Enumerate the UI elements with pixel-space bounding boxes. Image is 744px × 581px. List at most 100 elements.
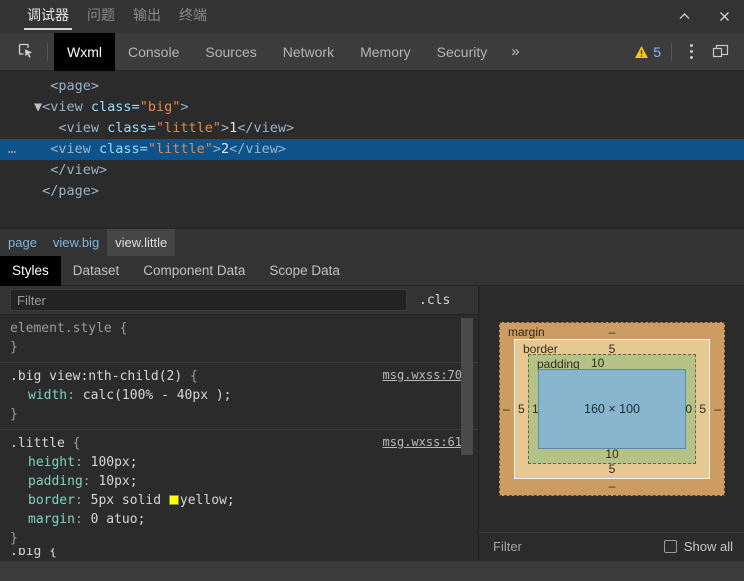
wxml-dom-tree[interactable]: <page> ▼<view class="big"> <view class="… xyxy=(0,71,744,228)
box-model-border-bottom[interactable]: 5 xyxy=(515,462,709,476)
chevron-up-icon[interactable] xyxy=(664,0,704,33)
style-rule-selector[interactable]: .little xyxy=(10,436,65,451)
devtools-tab-list: Wxml Console Sources Network Memory Secu… xyxy=(54,32,531,71)
box-model-padding-top[interactable]: 10 xyxy=(591,356,695,370)
style-rule-source-link[interactable]: msg.wxss:61 xyxy=(383,435,462,449)
panel-title-bar: 调试器 问题 输出 终端 xyxy=(0,0,744,33)
close-icon[interactable] xyxy=(704,0,744,33)
box-model-padding[interactable]: padding 10 10 10 10 160 × 100 xyxy=(528,354,696,464)
declaration-value[interactable]: calc(100% - 40px ); xyxy=(83,388,232,403)
dock-panel-icon[interactable] xyxy=(704,38,736,66)
tree-row-page-open[interactable]: <page> xyxy=(0,76,744,97)
box-model-margin[interactable]: margin – – – – border 5 5 5 5 padding 10… xyxy=(499,322,725,496)
style-rule-source-link[interactable]: msg.wxss:70 xyxy=(383,368,462,382)
box-model-border-left[interactable]: 5 xyxy=(518,402,525,416)
tree-row-text: </page> xyxy=(34,183,100,199)
warning-indicator[interactable]: 5 xyxy=(634,44,665,60)
tab-component-data[interactable]: Component Data xyxy=(131,256,257,286)
style-declaration[interactable]: padding: 10px; xyxy=(10,472,478,491)
scrollbar-thumb[interactable] xyxy=(461,318,473,455)
status-bar xyxy=(0,560,744,581)
tree-row-view-little-1[interactable]: <view class="little">1</view> xyxy=(0,118,744,139)
declaration-property[interactable]: border xyxy=(28,493,75,508)
tree-row-text: <view xyxy=(34,141,100,157)
tab-network[interactable]: Network xyxy=(270,33,347,71)
tab-dataset[interactable]: Dataset xyxy=(61,256,132,286)
styles-pane-clipped-row: .big { xyxy=(0,548,478,560)
cls-button[interactable]: .cls xyxy=(416,291,453,310)
computed-filter-input[interactable] xyxy=(493,539,623,554)
style-rule-element-style[interactable]: element.style { } xyxy=(0,315,478,363)
box-model-margin-right[interactable]: – xyxy=(714,402,721,416)
tree-row-view-big[interactable]: ▼<view class="big"> xyxy=(0,97,744,118)
declaration-value[interactable]: 0 atuo; xyxy=(91,512,146,527)
show-all-toggle[interactable]: Show all xyxy=(663,539,733,554)
breadcrumb-item-view-big[interactable]: view.big xyxy=(45,229,107,257)
declaration-property[interactable]: margin xyxy=(28,512,75,527)
style-rule-selector[interactable]: element.style xyxy=(10,321,112,336)
styles-filter-row: .cls xyxy=(0,286,478,315)
style-declaration[interactable]: height: 100px; xyxy=(10,453,478,472)
clipped-selector: .big { xyxy=(10,548,57,559)
box-model-margin-top[interactable]: – xyxy=(500,325,724,339)
style-declaration[interactable]: border: 5px solid yellow; xyxy=(10,491,478,510)
hidden-nodes-marker[interactable]: … xyxy=(8,139,34,160)
style-rule-little[interactable]: msg.wxss:61 .little { height: 100px; pad… xyxy=(0,430,478,554)
breadcrumb-item-view-little[interactable]: view.little xyxy=(107,228,176,257)
tree-row-text: <page> xyxy=(34,78,100,94)
show-all-label: Show all xyxy=(683,539,733,554)
breadcrumb: page view.big view.little xyxy=(0,228,744,257)
style-rule-big-nth-child[interactable]: msg.wxss:70 .big view:nth-child(2) { wid… xyxy=(0,363,478,430)
box-model-margin-bottom[interactable]: – xyxy=(500,479,724,493)
panel-tab-problems[interactable]: 问题 xyxy=(78,0,124,33)
styles-rules-pane[interactable]: element.style { } msg.wxss:70 .big view:… xyxy=(0,315,478,560)
tree-row-text: <view xyxy=(42,99,91,115)
computed-filter-row: Show all xyxy=(479,532,744,560)
declaration-value-post[interactable]: yellow; xyxy=(180,493,235,508)
box-model-margin-left[interactable]: – xyxy=(503,402,510,416)
tree-row-text: </view> xyxy=(34,162,108,178)
devtools-window: 调试器 问题 输出 终端 Wxml Console Sources Networ… xyxy=(0,0,744,581)
inspect-element-icon[interactable] xyxy=(11,38,41,66)
show-all-checkbox[interactable] xyxy=(663,540,677,553)
panel-tab-terminal[interactable]: 终端 xyxy=(170,0,216,33)
style-rule-selector[interactable]: .big view:nth-child(2) xyxy=(10,369,182,384)
declaration-property[interactable]: height xyxy=(28,455,75,470)
tree-row-view-little-2[interactable]: … <view class="little">2</view> xyxy=(0,139,744,160)
tab-console[interactable]: Console xyxy=(115,33,192,71)
declaration-value-pre[interactable]: 5px solid xyxy=(91,493,169,508)
color-swatch-icon[interactable] xyxy=(168,495,179,505)
style-declaration[interactable]: width: calc(100% - 40px ); xyxy=(10,386,478,405)
styles-filter-input[interactable] xyxy=(10,289,407,311)
declaration-value[interactable]: 10px; xyxy=(98,474,137,489)
tab-sources[interactable]: Sources xyxy=(192,33,269,71)
tree-row-page-close[interactable]: </page> xyxy=(0,181,744,202)
box-model-diagram: margin – – – – border 5 5 5 5 padding 10… xyxy=(479,286,744,532)
box-model-border-right[interactable]: 5 xyxy=(699,402,706,416)
box-model-content-size: 160 × 100 xyxy=(584,402,640,416)
warning-triangle-icon xyxy=(635,45,649,58)
declaration-property[interactable]: padding xyxy=(28,474,83,489)
declaration-value[interactable]: 100px; xyxy=(91,455,138,470)
box-model-content[interactable]: 160 × 100 xyxy=(538,369,686,449)
panel-tab-debugger[interactable]: 调试器 xyxy=(18,0,78,33)
tab-security[interactable]: Security xyxy=(424,33,501,71)
more-tabs-button[interactable]: » xyxy=(500,33,530,71)
expand-arrow-icon[interactable]: ▼ xyxy=(34,99,42,115)
declaration-property[interactable]: width xyxy=(28,388,67,403)
panel-tab-output[interactable]: 输出 xyxy=(124,0,170,33)
styles-tab-bar: Styles Dataset Component Data Scope Data xyxy=(0,255,744,286)
tab-wxml[interactable]: Wxml xyxy=(54,32,115,71)
tab-memory[interactable]: Memory xyxy=(347,33,424,71)
tab-scope-data[interactable]: Scope Data xyxy=(257,256,352,286)
panel-tab-list: 调试器 问题 输出 终端 xyxy=(0,0,216,33)
box-model-padding-bottom[interactable]: 10 xyxy=(529,447,695,461)
kebab-menu-icon[interactable] xyxy=(678,38,704,66)
styles-pane-scrollbar[interactable] xyxy=(461,318,473,555)
toolbar-divider-2 xyxy=(671,42,672,61)
breadcrumb-item-page[interactable]: page xyxy=(0,229,45,257)
box-model-border[interactable]: border 5 5 5 5 padding 10 10 10 10 160 ×… xyxy=(514,339,710,479)
tab-styles[interactable]: Styles xyxy=(0,255,61,286)
style-declaration[interactable]: margin: 0 atuo; xyxy=(10,510,478,529)
tree-row-view-close[interactable]: </view> xyxy=(0,160,744,181)
